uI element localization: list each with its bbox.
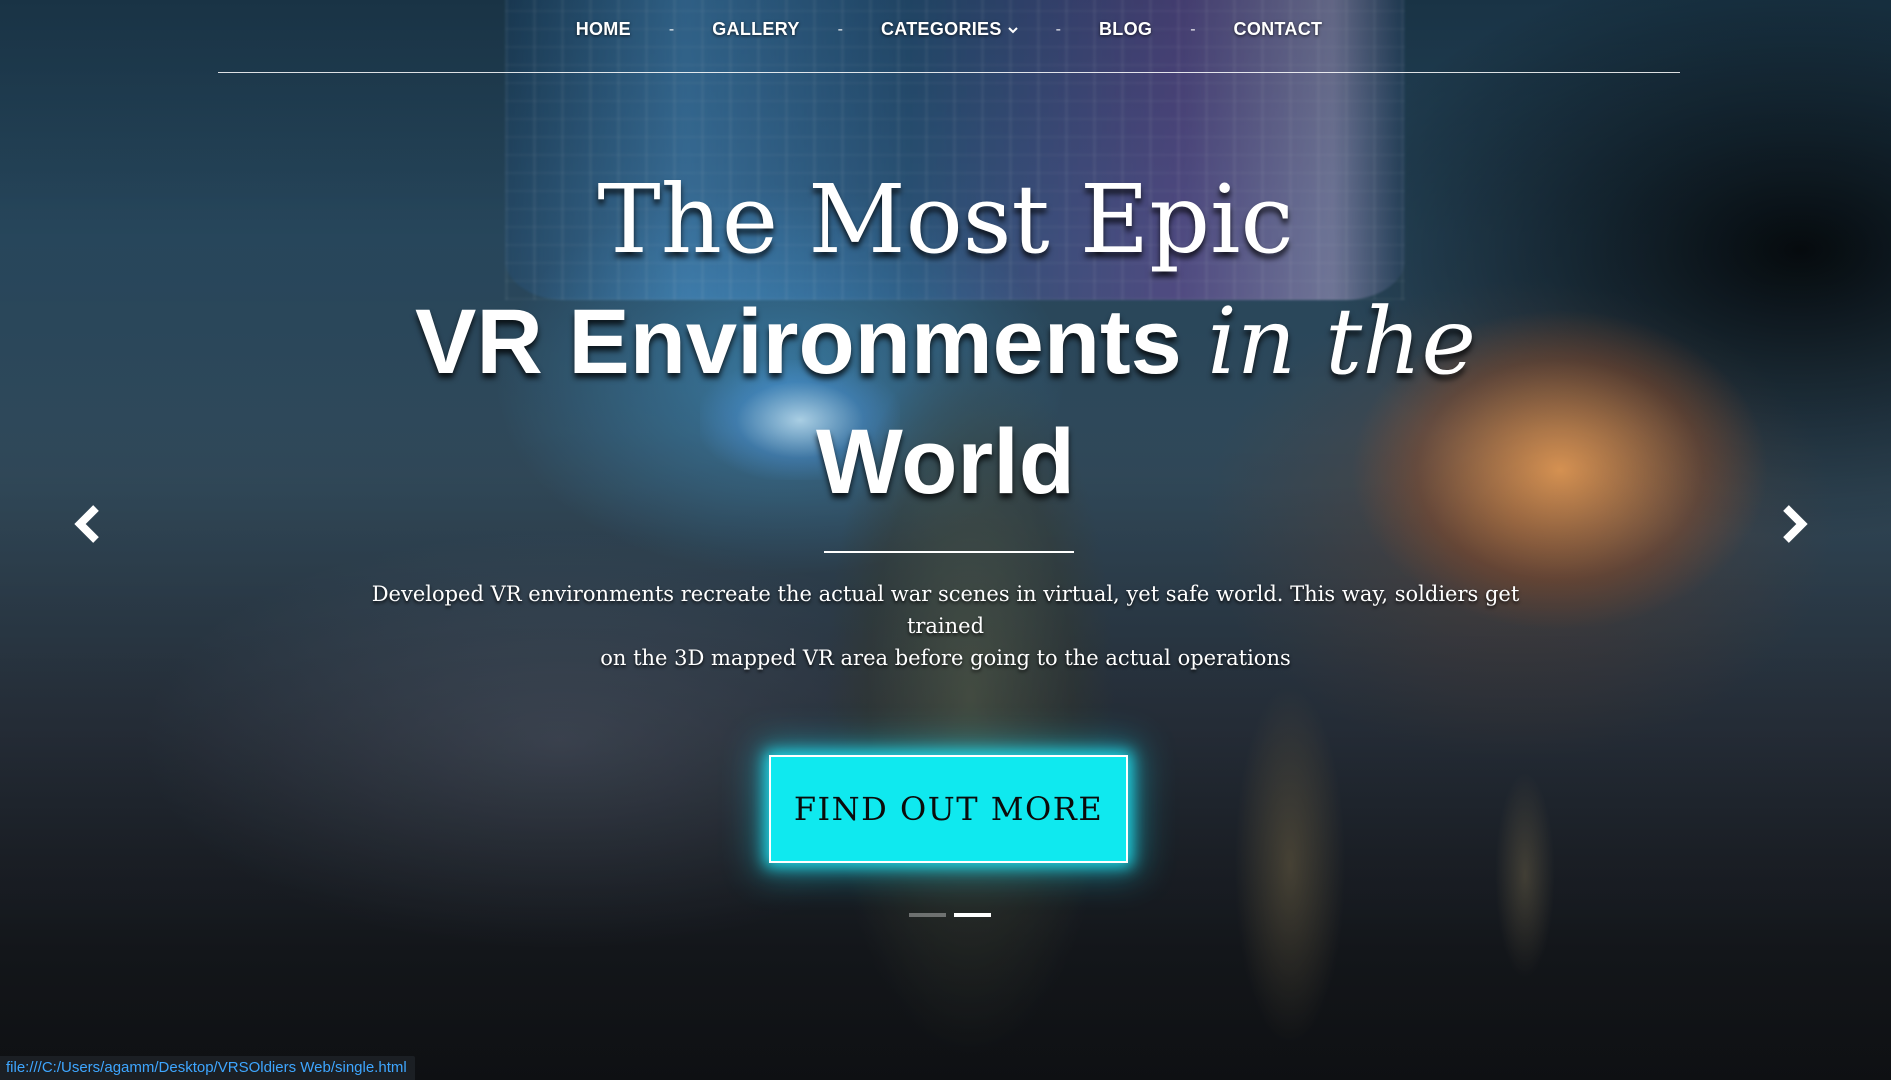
browser-status-bar: file:///C:/Users/agamm/Desktop/VRSOldier… [0, 1056, 415, 1080]
nav-separator: - [1055, 20, 1061, 38]
nav-list: HOME - GALLERY - CATEGORIES - BLOG - CON… [218, 19, 1680, 40]
carousel-prev-button[interactable] [70, 502, 106, 546]
hero-subtitle: Developed VR environments recreate the a… [330, 578, 1561, 674]
nav-separator: - [668, 20, 675, 38]
nav-item-categories[interactable]: CATEGORIES [881, 19, 1018, 40]
headline-line-1: The Most Epic [597, 165, 1294, 275]
main-navigation: HOME - GALLERY - CATEGORIES - BLOG - CON… [218, 0, 1680, 73]
hero-headline: The Most Epic VR Environments in the Wor… [0, 160, 1891, 522]
hero-subtitle-line-1: Developed VR environments recreate the a… [371, 582, 1520, 638]
headline-divider [824, 551, 1074, 553]
nav-item-gallery[interactable]: GALLERY [712, 19, 799, 40]
carousel-indicator-2[interactable] [954, 913, 991, 917]
headline-bold-text: VR Environments [415, 291, 1182, 393]
nav-separator: - [837, 20, 843, 38]
carousel-indicators [909, 913, 991, 917]
carousel-indicator-1[interactable] [909, 913, 946, 917]
chevron-right-icon [1783, 505, 1808, 543]
headline-line-2: VR Environments in the [0, 282, 1891, 402]
find-out-more-button[interactable]: FIND OUT MORE [769, 755, 1128, 863]
chevron-left-icon [74, 505, 99, 543]
headline-italic-text: in the [1207, 288, 1476, 395]
nav-separator: - [1190, 20, 1196, 38]
headline-line-3: World [816, 411, 1075, 513]
chevron-down-icon [1007, 26, 1018, 33]
nav-item-categories-label: CATEGORIES [880, 19, 1002, 39]
nav-item-blog[interactable]: BLOG [1099, 19, 1152, 40]
nav-item-contact[interactable]: CONTACT [1234, 19, 1323, 40]
nav-item-home[interactable]: HOME [576, 19, 631, 40]
carousel-next-button[interactable] [1776, 502, 1812, 546]
hero-subtitle-line-2: on the 3D mapped VR area before going to… [600, 646, 1291, 670]
